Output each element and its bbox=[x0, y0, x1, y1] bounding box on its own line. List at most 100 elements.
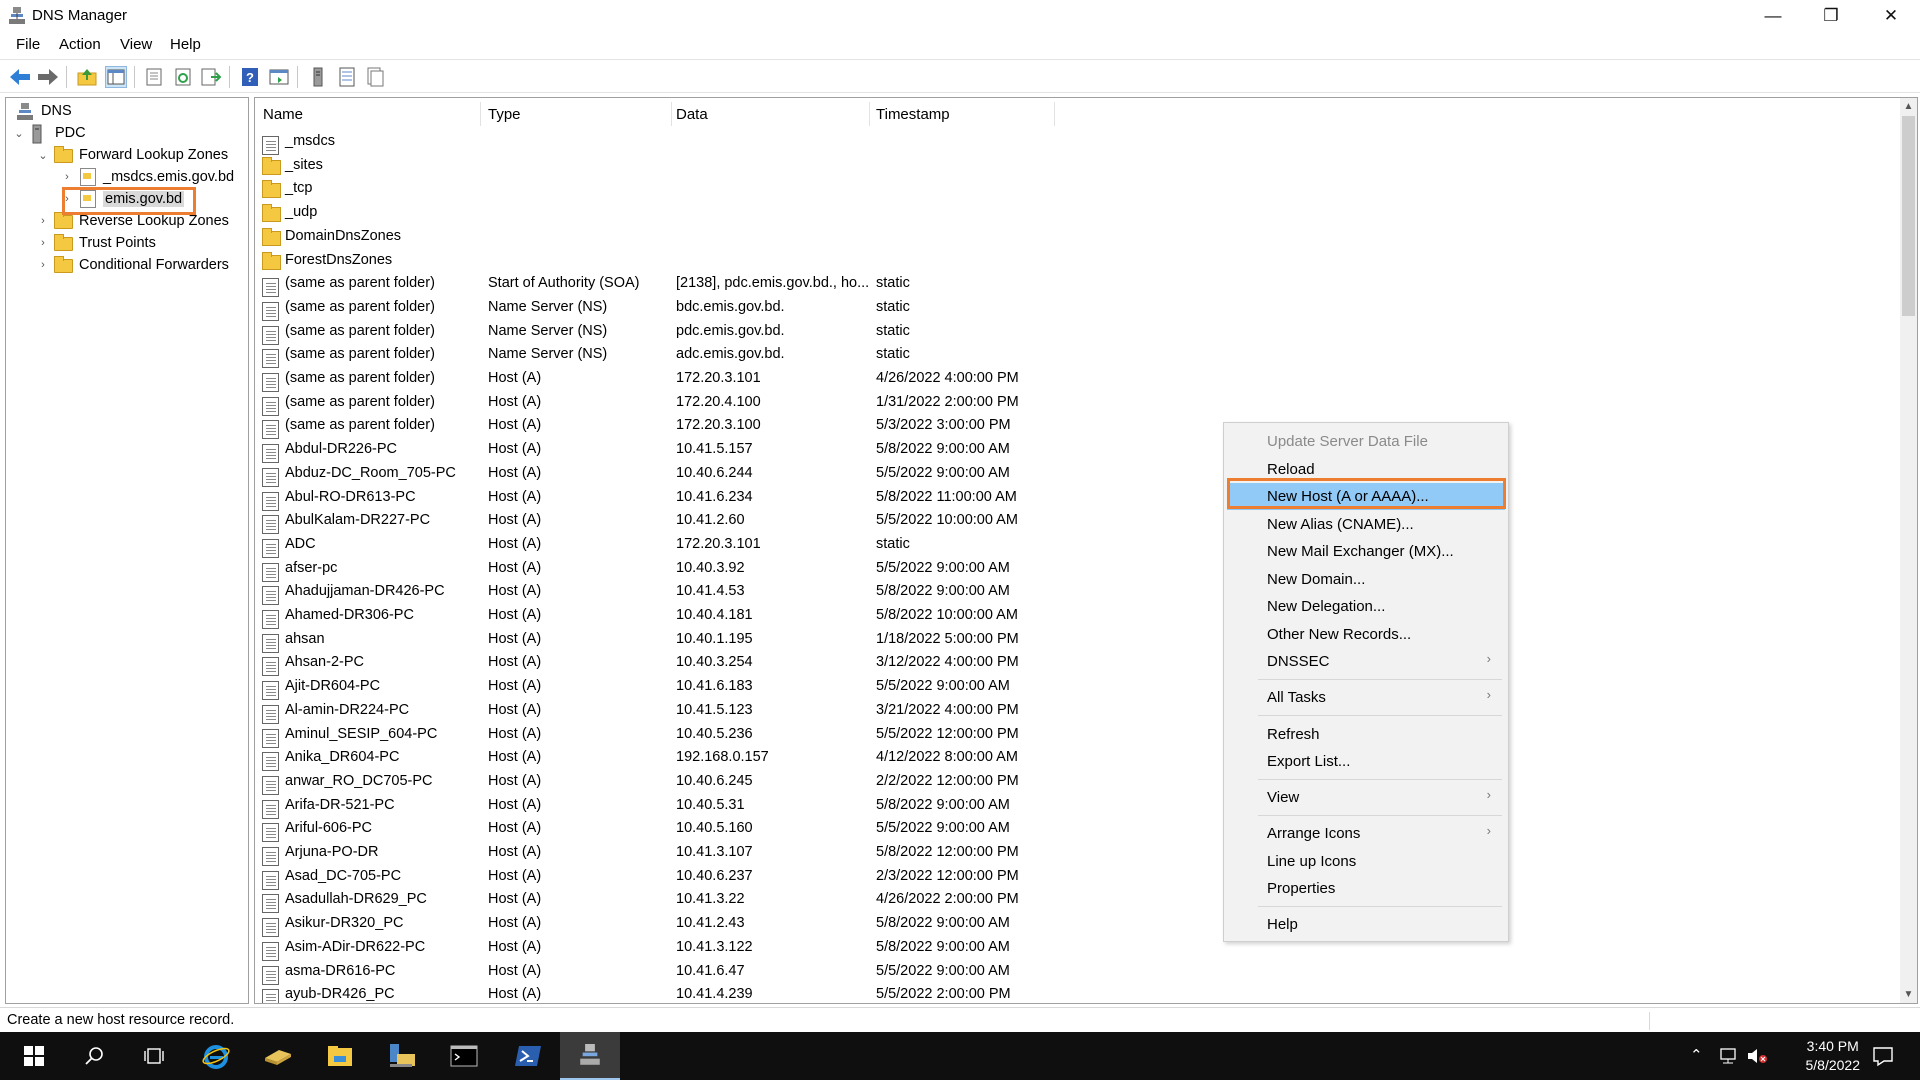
tree-item-conditional-forwarders[interactable]: › Conditional Forwarders bbox=[36, 254, 229, 276]
table-row[interactable]: Asad_DC-705-PC Host (A) 10.40.6.237 2/3/202… bbox=[255, 865, 1895, 890]
table-row[interactable]: ahsan Host (A) 10.40.1.195 1/18/2022 5:00:0… bbox=[255, 628, 1895, 653]
menu-item-line-up-icons[interactable]: Line up Icons bbox=[1227, 848, 1505, 875]
menu-item-all-tasks[interactable]: All Tasks › bbox=[1227, 684, 1505, 711]
column-header-type[interactable]: Type bbox=[488, 106, 521, 123]
table-row[interactable]: afser-pc Host (A) 10.40.3.92 5/5/2022 9:00:… bbox=[255, 557, 1895, 582]
tree-item-pdc[interactable]: ⌄ PDC bbox=[12, 122, 86, 144]
server-icon[interactable] bbox=[307, 66, 329, 88]
up-folder-icon[interactable] bbox=[76, 66, 98, 88]
menu-item-export-list[interactable]: Export List... bbox=[1227, 748, 1505, 775]
column-header-data[interactable]: Data bbox=[676, 106, 708, 123]
chevron-up-icon[interactable]: ⌃ bbox=[1690, 1046, 1703, 1064]
table-row[interactable]: ADC Host (A) 172.20.3.101 static bbox=[255, 533, 1895, 558]
table-row[interactable]: Abdul-DR226-PC Host (A) 10.41.5.157 5/8/202… bbox=[255, 438, 1895, 464]
tree-item-msdcs-zone[interactable]: › _msdcs.emis.gov.bd bbox=[60, 166, 234, 188]
menu-item-help[interactable]: Help bbox=[1227, 911, 1505, 938]
table-row[interactable]: DomainDnsZones bbox=[255, 225, 1895, 249]
table-row[interactable]: Asadullah-DR629_PC Host (A) 10.41.3.22 4/26… bbox=[255, 888, 1895, 914]
task-view-button[interactable] bbox=[124, 1032, 184, 1080]
table-row[interactable]: asma-DR616-PC Host (A) 10.41.6.47 5/5/2022 … bbox=[255, 960, 1895, 985]
table-row[interactable]: ForestDnsZones bbox=[255, 249, 1895, 273]
scroll-up-icon[interactable]: ▲ bbox=[1900, 98, 1917, 115]
menu-item-arrange-icons[interactable]: Arrange Icons › bbox=[1227, 820, 1505, 847]
menu-item-new-domain[interactable]: New Domain... bbox=[1227, 566, 1505, 593]
table-row[interactable]: _tcp bbox=[255, 177, 1895, 201]
internet-explorer-button[interactable] bbox=[186, 1032, 246, 1080]
table-row[interactable]: (same as parent folder) Host (A) 172.20.4.… bbox=[255, 391, 1895, 416]
chevron-right-icon[interactable]: › bbox=[60, 171, 74, 183]
menu-item-new-alias[interactable]: New Alias (CNAME)... bbox=[1227, 511, 1505, 538]
notifications-icon[interactable] bbox=[1872, 1045, 1894, 1067]
table-row[interactable]: Ahamed-DR306-PC Host (A) 10.40.4.181 5/8/20… bbox=[255, 604, 1895, 629]
scroll-down-icon[interactable]: ▼ bbox=[1900, 986, 1917, 1003]
table-row[interactable]: (same as parent folder) Host (A) 172.20.3.… bbox=[255, 414, 1895, 440]
server-manager-button[interactable] bbox=[248, 1032, 308, 1080]
start-button[interactable] bbox=[4, 1032, 64, 1080]
volume-muted-icon[interactable] bbox=[1746, 1047, 1768, 1065]
table-row[interactable]: Ariful-606-PC Host (A) 10.40.5.160 5/5/2022… bbox=[255, 817, 1895, 843]
table-row[interactable]: (same as parent folder) Host (A) 172.20.3.… bbox=[255, 367, 1895, 392]
table-row[interactable]: (same as parent folder) Name Server (NS) a… bbox=[255, 343, 1895, 369]
table-row[interactable]: Ahadujjaman-DR426-PC Host (A) 10.41.4.53 5/… bbox=[255, 580, 1895, 606]
properties-icon[interactable] bbox=[143, 66, 165, 88]
table-row[interactable]: Abduz-DC_Room_705-PC Host (A) 10.40.6.244 5… bbox=[255, 462, 1895, 487]
menu-file[interactable]: File bbox=[16, 36, 40, 53]
menu-item-properties[interactable]: Properties bbox=[1227, 875, 1505, 902]
record-list-icon[interactable] bbox=[336, 66, 358, 88]
chevron-right-icon[interactable]: › bbox=[36, 237, 50, 249]
table-row[interactable]: AbulKalam-DR227-PC Host (A) 10.41.2.60 5/5/… bbox=[255, 509, 1895, 535]
column-header-timestamp[interactable]: Timestamp bbox=[876, 106, 950, 123]
server-tools-button[interactable] bbox=[372, 1032, 432, 1080]
menu-help[interactable]: Help bbox=[170, 36, 201, 53]
tree-item-trust-points[interactable]: › Trust Points bbox=[36, 232, 156, 254]
chevron-right-icon[interactable]: › bbox=[36, 259, 50, 271]
table-row[interactable]: Asikur-DR320_PC Host (A) 10.41.2.43 5/8/202… bbox=[255, 912, 1895, 938]
table-row[interactable]: Arjuna-PO-DR Host (A) 10.41.3.107 5/8/2022 … bbox=[255, 841, 1895, 866]
table-row[interactable]: Arifa-DR-521-PC Host (A) 10.40.5.31 5/8/202… bbox=[255, 794, 1895, 819]
menu-item-other-new-records[interactable]: Other New Records... bbox=[1227, 621, 1505, 648]
show-hide-action-pane-icon[interactable] bbox=[268, 66, 290, 88]
menu-action[interactable]: Action bbox=[59, 36, 101, 53]
export-list-icon[interactable] bbox=[200, 66, 222, 88]
restore-button[interactable]: ❐ bbox=[1802, 0, 1860, 32]
table-row[interactable]: _msdcs bbox=[255, 130, 1895, 155]
table-row[interactable]: Ajit-DR604-PC Host (A) 10.41.6.183 5/5/2022… bbox=[255, 675, 1895, 701]
chevron-down-icon[interactable]: ⌄ bbox=[12, 127, 26, 140]
show-hide-console-tree-icon[interactable] bbox=[105, 66, 127, 88]
record-properties-icon[interactable] bbox=[364, 66, 386, 88]
file-explorer-button[interactable] bbox=[310, 1032, 370, 1080]
dns-manager-taskbar-button[interactable] bbox=[560, 1032, 620, 1080]
powershell-button[interactable] bbox=[498, 1032, 558, 1080]
table-row[interactable]: (same as parent folder) Name Server (NS) b… bbox=[255, 296, 1895, 321]
table-row[interactable]: (same as parent folder) Start of Authorit… bbox=[255, 272, 1895, 298]
tree-item-forward-lookup-zones[interactable]: ⌄ Forward Lookup Zones bbox=[36, 144, 228, 166]
back-arrow-icon[interactable] bbox=[9, 66, 31, 88]
tree-item-dns[interactable]: DNS bbox=[12, 100, 72, 122]
table-row[interactable]: _udp bbox=[255, 201, 1895, 225]
table-row[interactable]: Al-amin-DR224-PC Host (A) 10.41.5.123 3/21/… bbox=[255, 699, 1895, 724]
menu-view[interactable]: View bbox=[120, 36, 152, 53]
help-icon[interactable]: ? bbox=[239, 66, 261, 88]
menu-item-refresh[interactable]: Refresh bbox=[1227, 721, 1505, 748]
forward-arrow-icon[interactable] bbox=[37, 66, 59, 88]
refresh-icon[interactable] bbox=[172, 66, 194, 88]
table-row[interactable]: Anika_DR604-PC Host (A) 192.168.0.157 4/12/… bbox=[255, 746, 1895, 772]
scroll-thumb[interactable] bbox=[1902, 116, 1915, 316]
table-row[interactable]: Asim-ADir-DR622-PC Host (A) 10.41.3.122 5/8… bbox=[255, 936, 1895, 961]
search-button[interactable] bbox=[64, 1032, 124, 1080]
close-button[interactable]: ✕ bbox=[1862, 0, 1920, 32]
table-row[interactable]: _sites bbox=[255, 154, 1895, 178]
command-prompt-button[interactable] bbox=[434, 1032, 494, 1080]
menu-item-view[interactable]: View › bbox=[1227, 784, 1505, 811]
table-row[interactable]: ayub-DR426_PC Host (A) 10.41.4.239 5/5/2022… bbox=[255, 983, 1895, 1003]
minimize-button[interactable]: — bbox=[1744, 0, 1802, 32]
menu-item-new-delegation[interactable]: New Delegation... bbox=[1227, 593, 1505, 620]
column-header-name[interactable]: Name bbox=[263, 106, 303, 123]
table-row[interactable]: anwar_RO_DC705-PC Host (A) 10.40.6.245 2/2/… bbox=[255, 770, 1895, 795]
network-icon[interactable] bbox=[1718, 1047, 1738, 1065]
table-row[interactable]: Aminul_SESIP_604-PC Host (A) 10.40.5.236 5/… bbox=[255, 723, 1895, 748]
menu-item-dnssec[interactable]: DNSSEC › bbox=[1227, 648, 1505, 675]
table-row[interactable]: Abul-RO-DR613-PC Host (A) 10.41.6.234 5/8/2… bbox=[255, 486, 1895, 511]
chevron-down-icon[interactable]: ⌄ bbox=[36, 149, 50, 162]
chevron-right-icon[interactable]: › bbox=[36, 215, 50, 227]
